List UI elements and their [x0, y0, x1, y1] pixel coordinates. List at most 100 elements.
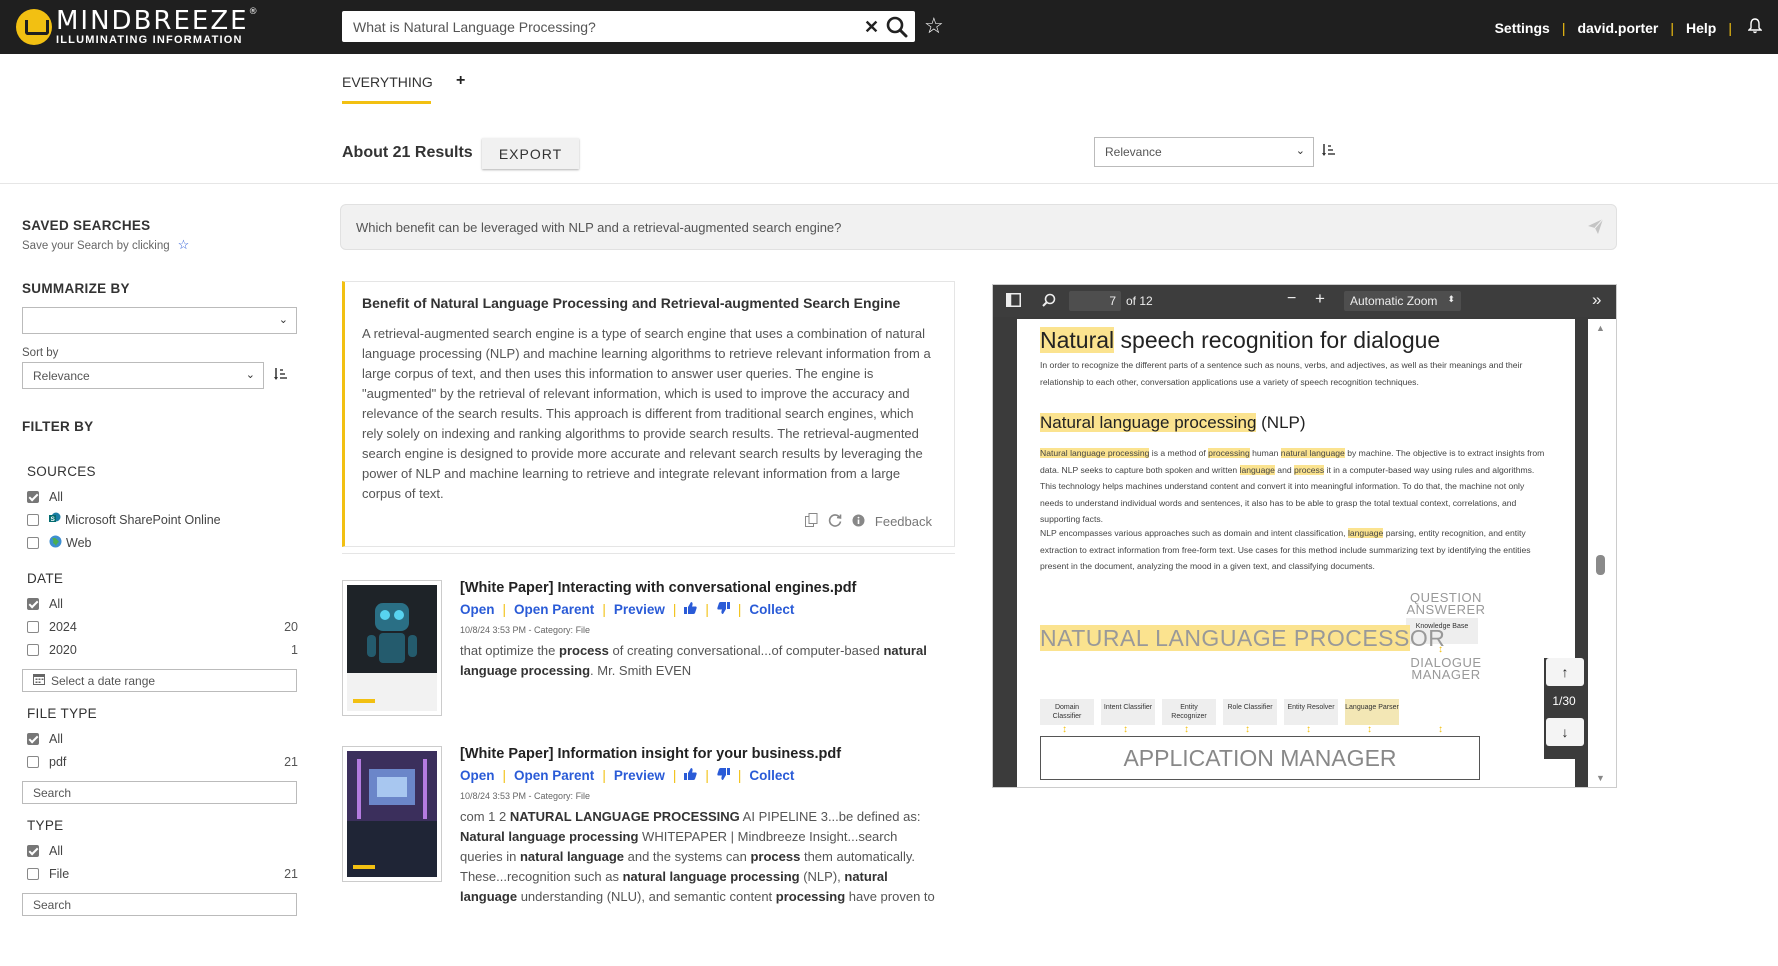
checkbox[interactable]: [27, 513, 39, 526]
sort-select[interactable]: Relevance ⌄: [1094, 137, 1314, 167]
type-filter-file[interactable]: File 21: [22, 862, 298, 885]
zoom-out-button[interactable]: −: [1287, 290, 1296, 308]
filetype-filter-pdf[interactable]: pdf 21: [22, 750, 298, 773]
filter-count: 21: [284, 754, 298, 769]
tab-everything[interactable]: EVERYTHING: [342, 74, 433, 90]
checkbox[interactable]: [27, 755, 39, 768]
sort-order-icon[interactable]: [274, 367, 288, 384]
find-icon[interactable]: [1042, 293, 1056, 310]
copy-icon[interactable]: [804, 513, 818, 530]
date-filter-all[interactable]: All: [22, 592, 298, 615]
zoom-in-button[interactable]: +: [1315, 289, 1325, 309]
send-icon[interactable]: [1587, 218, 1604, 238]
logo-mark-icon: [16, 9, 52, 45]
summarize-by-title: SUMMARIZE BY: [22, 281, 130, 296]
diagram-application-manager: APPLICATION MANAGER: [1040, 736, 1480, 780]
feedback-link[interactable]: Feedback: [875, 514, 932, 529]
source-filter-sharepoint[interactable]: S Microsoft SharePoint Online: [22, 508, 298, 531]
checkbox[interactable]: [27, 597, 39, 610]
diagram-box: Intent Classifier: [1101, 699, 1155, 725]
result-snippet: com 1 2 NATURAL LANGUAGE PROCESSING AI P…: [460, 807, 940, 907]
date-filter-2024[interactable]: 2024 20: [22, 615, 298, 638]
scroll-down-icon[interactable]: ▼: [1596, 773, 1605, 783]
thumbs-down-icon[interactable]: [717, 602, 730, 617]
search-icon[interactable]: [886, 16, 908, 41]
link-separator: |: [602, 602, 606, 617]
scroll-up-icon[interactable]: ▲: [1596, 323, 1605, 333]
save-search-star-icon[interactable]: ☆: [924, 13, 944, 39]
clear-search-icon[interactable]: ✕: [864, 17, 879, 38]
collect-link[interactable]: Collect: [749, 768, 794, 783]
help-link[interactable]: Help: [1686, 20, 1716, 36]
export-button[interactable]: EXPORT: [482, 138, 579, 169]
mindbreeze-logo[interactable]: MINDBREEZE® ILLUMINATING INFORMATION: [16, 8, 260, 46]
open-parent-link[interactable]: Open Parent: [514, 602, 594, 617]
page-navigator: ↑ 1/30 ↓: [1544, 658, 1584, 759]
star-icon[interactable]: ☆: [178, 237, 190, 252]
file-type-search-input[interactable]: Search: [22, 781, 297, 804]
diagram-nlp-processor: NATURAL LANGUAGE PROCESSOR: [1040, 625, 1445, 652]
regenerate-icon[interactable]: [828, 513, 842, 530]
pdf-text: and: [1274, 464, 1295, 475]
checkbox[interactable]: [27, 844, 39, 857]
filter-label: 2020: [49, 642, 77, 657]
open-link[interactable]: Open: [460, 768, 495, 783]
filter-label: All: [49, 843, 63, 858]
result-title-link[interactable]: [White Paper] Information insight for yo…: [460, 746, 841, 762]
result-thumbnail[interactable]: [342, 746, 442, 882]
ask-question-box[interactable]: Which benefit can be leveraged with NLP …: [340, 204, 1617, 250]
settings-link[interactable]: Settings: [1495, 20, 1550, 36]
checkbox[interactable]: [27, 490, 39, 503]
nav-separator: |: [1561, 19, 1566, 36]
user-link[interactable]: david.porter: [1577, 20, 1658, 36]
filetype-filter-all[interactable]: All: [22, 727, 298, 750]
file-type-title: FILE TYPE: [27, 706, 97, 721]
logo-registered: ®: [248, 7, 260, 17]
date-filter-2020[interactable]: 2020 1: [22, 638, 298, 661]
pdf-highlight: language: [1239, 464, 1275, 475]
bell-icon[interactable]: [1747, 18, 1763, 37]
source-filter-web[interactable]: Web: [22, 531, 298, 554]
link-separator: |: [737, 602, 742, 617]
info-icon[interactable]: [852, 514, 865, 530]
filter-label: All: [49, 596, 63, 611]
pdf-scrollbar[interactable]: ▲ ▼: [1588, 319, 1616, 787]
pdf-preview-viewer: 7 of 12 − + Automatic Zoom ⬍ » Natural sp…: [992, 284, 1617, 788]
checkbox[interactable]: [27, 643, 39, 656]
checkbox[interactable]: [27, 536, 39, 549]
sidebar-sort-select[interactable]: Relevance ⌄: [22, 362, 264, 389]
open-link[interactable]: Open: [460, 602, 495, 617]
zoom-select[interactable]: Automatic Zoom ⬍: [1344, 291, 1461, 311]
globe-icon: [49, 535, 62, 551]
type-filter-all[interactable]: All: [22, 839, 298, 862]
date-range-input[interactable]: Select a date range: [22, 669, 297, 692]
thumbs-up-icon[interactable]: [684, 768, 698, 783]
more-tools-icon[interactable]: »: [1592, 290, 1601, 310]
page-number-input[interactable]: 7: [1069, 291, 1121, 311]
next-page-button[interactable]: ↓: [1546, 718, 1584, 746]
result-thumbnail[interactable]: [342, 580, 442, 716]
thumbs-down-icon[interactable]: [717, 768, 730, 783]
preview-link[interactable]: Preview: [614, 602, 665, 617]
checkbox[interactable]: [27, 620, 39, 633]
arrow-icon: ↕: [1184, 724, 1189, 735]
type-search-input[interactable]: Search: [22, 893, 297, 916]
checkbox[interactable]: [27, 867, 39, 880]
preview-link[interactable]: Preview: [614, 768, 665, 783]
result-title-link[interactable]: [White Paper] Interacting with conversat…: [460, 580, 856, 596]
open-parent-link[interactable]: Open Parent: [514, 768, 594, 783]
add-tab-button[interactable]: +: [456, 72, 465, 90]
previous-page-button[interactable]: ↑: [1546, 658, 1584, 686]
sort-order-icon[interactable]: [1322, 143, 1336, 160]
collect-link[interactable]: Collect: [749, 602, 794, 617]
result-actions: Open | Open Parent | Preview | | | Colle…: [460, 768, 794, 783]
ask-question-input[interactable]: Which benefit can be leveraged with NLP …: [356, 220, 841, 235]
search-input[interactable]: [342, 11, 852, 42]
summarize-by-select[interactable]: ⌄: [22, 307, 297, 334]
thumbs-up-icon[interactable]: [684, 602, 698, 617]
sidebar-toggle-icon[interactable]: [1006, 293, 1021, 310]
top-nav: Settings | david.porter | Help |: [1495, 18, 1763, 37]
scrollbar-thumb[interactable]: [1596, 555, 1605, 575]
checkbox[interactable]: [27, 732, 39, 745]
source-filter-all[interactable]: All: [22, 485, 298, 508]
